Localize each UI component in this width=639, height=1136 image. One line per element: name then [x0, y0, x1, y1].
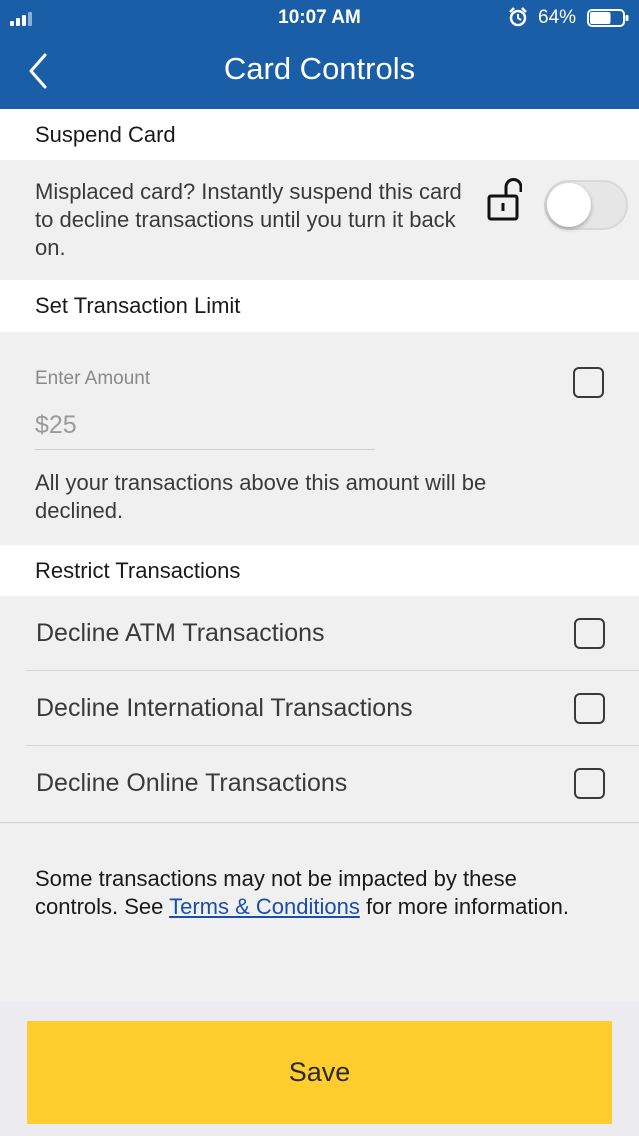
terms-conditions-link[interactable]: Terms & Conditions [169, 894, 360, 919]
section-divider [0, 822, 639, 823]
decline-online-row[interactable]: Decline Online Transactions [26, 746, 639, 821]
decline-international-row[interactable]: Decline International Transactions [26, 671, 639, 746]
limit-checkbox[interactable] [573, 367, 604, 398]
save-button[interactable]: Save [27, 1021, 612, 1124]
suspend-section-title: Suspend Card [0, 109, 639, 160]
battery-percent: 64% [538, 7, 577, 28]
decline-international-label: Decline International Transactions [36, 693, 413, 722]
limit-note: All your transactions above this amount … [35, 470, 487, 523]
decline-online-checkbox[interactable] [574, 768, 605, 799]
suspend-panel: Misplaced card? Instantly suspend this c… [0, 160, 639, 280]
disclaimer-after: for more information. [359, 894, 569, 919]
unlocked-padlock-icon [487, 178, 522, 221]
amount-input[interactable] [35, 402, 375, 450]
footer-bar: Save [0, 1002, 639, 1136]
toggle-knob [547, 183, 591, 227]
status-bar: 10:07 AM 64% [0, 0, 639, 36]
limit-section-title: Set Transaction Limit [0, 280, 639, 332]
app-header: 10:07 AM 64% Card Controls [0, 0, 639, 109]
restrict-section-title: Restrict Transactions [0, 545, 639, 596]
suspend-description: Misplaced card? Instantly suspend this c… [35, 179, 462, 260]
decline-online-label: Decline Online Transactions [36, 768, 348, 797]
decline-atm-label: Decline ATM Transactions [36, 618, 325, 647]
disclaimer-text: Some transactions may not be impacted by… [35, 865, 595, 921]
amount-label: Enter Amount [35, 368, 151, 389]
page-title: Card Controls [223, 51, 416, 86]
battery-icon [587, 9, 629, 27]
decline-international-checkbox[interactable] [574, 693, 605, 724]
decline-atm-checkbox[interactable] [574, 618, 605, 649]
decline-atm-row[interactable]: Decline ATM Transactions [26, 596, 639, 671]
limit-panel: Enter Amount All your transactions above… [0, 332, 639, 545]
suspend-card-toggle[interactable] [544, 180, 628, 230]
alarm-icon [509, 7, 527, 27]
